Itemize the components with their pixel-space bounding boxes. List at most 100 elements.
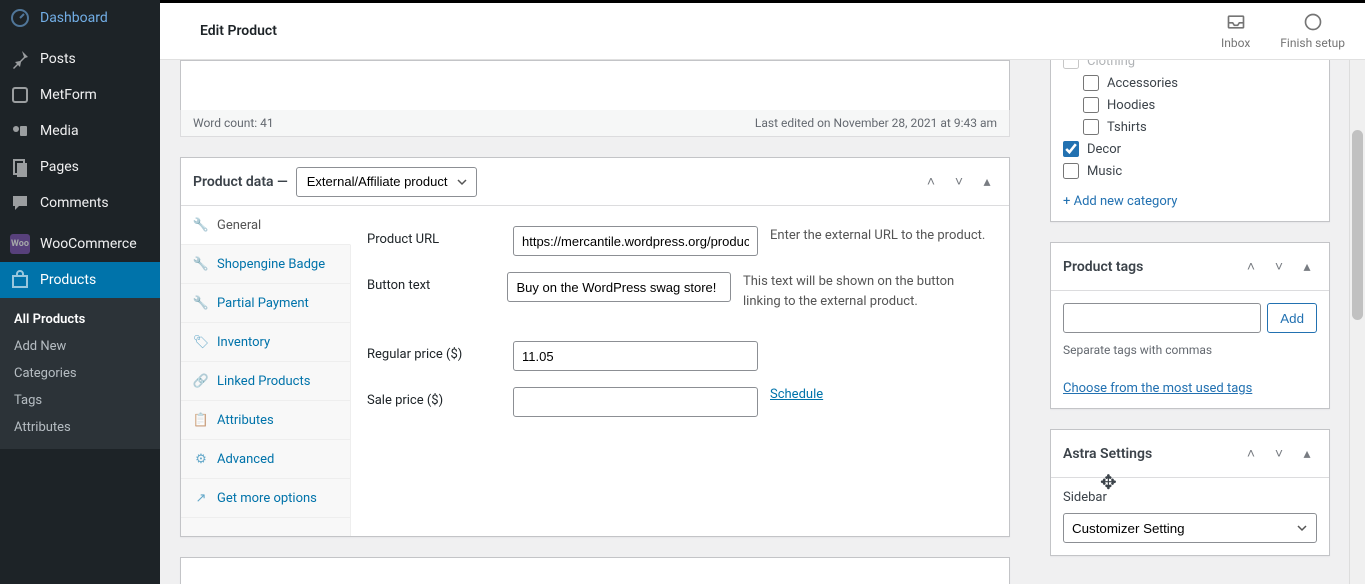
category-checkbox[interactable] — [1083, 75, 1099, 91]
short-description-box — [180, 557, 1010, 584]
category-checkbox[interactable] — [1063, 141, 1079, 157]
category-item[interactable]: Music — [1063, 160, 1317, 182]
category-label: Clothing — [1087, 60, 1135, 69]
scroll-thumb[interactable] — [1352, 130, 1363, 320]
product-url-input[interactable] — [513, 226, 758, 256]
category-label: Accessories — [1107, 76, 1178, 91]
word-count: Word count: 41 — [193, 116, 274, 130]
scrollbar[interactable] — [1349, 60, 1365, 584]
button-text-label: Button text — [367, 272, 491, 293]
link-icon: 🔗 — [193, 373, 209, 389]
toggle-panel-icon[interactable]: ▴ — [1297, 257, 1317, 277]
move-up-icon[interactable]: ˄ — [921, 172, 941, 192]
sidebar-label: Products — [40, 272, 96, 288]
sale-price-input[interactable] — [513, 387, 758, 417]
regular-price-input[interactable] — [513, 341, 758, 371]
sale-price-label: Sale price ($) — [367, 387, 497, 408]
tab-linked-products[interactable]: 🔗Linked Products — [181, 362, 350, 401]
finish-setup-button[interactable]: Finish setup — [1280, 12, 1345, 50]
add-category-link[interactable]: + Add new category — [1051, 190, 1329, 221]
category-label: Decor — [1087, 142, 1121, 157]
wrench-icon: 🔧 — [193, 256, 209, 272]
product-type-select[interactable]: External/Affiliate product — [296, 167, 477, 197]
sidebar-label: Comments — [40, 195, 109, 211]
sidebar-item-metform[interactable]: MetForm — [0, 77, 160, 113]
category-item[interactable]: Decor — [1063, 138, 1317, 160]
pages-icon — [10, 157, 30, 177]
submenu-categories[interactable]: Categories — [0, 360, 160, 387]
product-data-panel: Product URL Enter the external URL to th… — [351, 206, 1009, 536]
right-column: Clothing Accessories Hoodies Tshirts Decor Mu… — [1050, 60, 1350, 584]
inbox-label: Inbox — [1221, 36, 1250, 50]
toggle-panel-icon[interactable]: ▴ — [1297, 444, 1317, 464]
category-label: Music — [1087, 164, 1122, 179]
toggle-panel-icon[interactable]: ▴ — [977, 172, 997, 192]
metform-icon — [10, 85, 30, 105]
gear-icon: ⚙ — [193, 451, 209, 467]
tag-input[interactable] — [1063, 303, 1261, 333]
products-icon — [10, 270, 30, 290]
list-icon: 📋 — [193, 412, 209, 428]
sidebar-item-media[interactable]: Media — [0, 113, 160, 149]
sidebar-label: Pages — [40, 159, 79, 175]
sidebar-item-woocommerce[interactable]: Woo WooCommerce — [0, 226, 160, 262]
move-down-icon[interactable]: ˅ — [949, 172, 969, 192]
category-label: Hoodies — [1107, 98, 1155, 113]
category-checkbox[interactable] — [1083, 119, 1099, 135]
tab-general[interactable]: 🔧General — [181, 206, 351, 245]
woocommerce-icon: Woo — [10, 234, 30, 254]
pin-icon — [10, 49, 30, 69]
inbox-icon — [1226, 12, 1246, 32]
button-text-desc: This text will be shown on the button li… — [743, 272, 993, 311]
admin-sidebar: Dashboard Posts MetForm Media Pages Comm… — [0, 0, 160, 584]
comment-icon — [10, 193, 30, 213]
category-item[interactable]: Tshirts — [1063, 116, 1317, 138]
sidebar-item-posts[interactable]: Posts — [0, 41, 160, 77]
tab-shopengine-badge[interactable]: 🔧Shopengine Badge — [181, 245, 350, 284]
product-data-header: Product data — External/Affiliate produc… — [181, 158, 1009, 206]
sidebar-item-products[interactable]: Products — [0, 262, 160, 298]
tag-help: Separate tags with commas — [1063, 343, 1317, 357]
product-data-box: Product data — External/Affiliate produc… — [180, 157, 1010, 537]
move-up-icon[interactable]: ˄ — [1241, 444, 1261, 464]
sidebar-item-comments[interactable]: Comments — [0, 185, 160, 221]
tab-advanced[interactable]: ⚙Advanced — [181, 440, 350, 479]
tab-get-more[interactable]: ↗Get more options — [181, 479, 350, 518]
button-text-input[interactable] — [507, 272, 731, 302]
astra-sidebar-select[interactable]: Customizer Setting — [1063, 513, 1317, 543]
tab-attributes[interactable]: 📋Attributes — [181, 401, 350, 440]
sidebar-label: Posts — [40, 51, 76, 67]
product-data-tabs: 🔧General 🔧Shopengine Badge 🔧Partial Paym… — [181, 206, 351, 536]
wrench-icon: 🔧 — [193, 295, 209, 311]
tags-heading: Product tags — [1063, 259, 1143, 275]
editor-footer: Word count: 41 Last edited on November 2… — [180, 110, 1010, 137]
category-item[interactable]: Clothing — [1063, 60, 1317, 72]
category-checkbox[interactable] — [1063, 60, 1079, 69]
inbox-button[interactable]: Inbox — [1221, 12, 1250, 50]
submenu-all-products[interactable]: All Products — [0, 306, 160, 333]
schedule-link[interactable]: Schedule — [770, 387, 823, 402]
category-item[interactable]: Accessories — [1063, 72, 1317, 94]
category-item[interactable]: Hoodies — [1063, 94, 1317, 116]
sidebar-label: WooCommerce — [40, 236, 137, 252]
add-tag-button[interactable]: Add — [1267, 303, 1317, 333]
category-checkbox[interactable] — [1083, 97, 1099, 113]
astra-sidebar-label: Sidebar — [1063, 490, 1317, 505]
astra-heading: Astra Settings — [1063, 446, 1152, 462]
regular-price-label: Regular price ($) — [367, 341, 497, 362]
category-checkbox[interactable] — [1063, 163, 1079, 179]
sidebar-item-dashboard[interactable]: Dashboard — [0, 0, 160, 36]
move-down-icon[interactable]: ˅ — [1269, 257, 1289, 277]
submenu-attributes[interactable]: Attributes — [0, 414, 160, 441]
tab-partial-payment[interactable]: 🔧Partial Payment — [181, 284, 350, 323]
sidebar-item-pages[interactable]: Pages — [0, 149, 160, 185]
tab-inventory[interactable]: 🏷Inventory — [181, 323, 350, 362]
media-icon — [10, 121, 30, 141]
submenu-add-new[interactable]: Add New — [0, 333, 160, 360]
tag-icon: 🏷 — [193, 334, 209, 350]
move-up-icon[interactable]: ˄ — [1241, 257, 1261, 277]
submenu-tags[interactable]: Tags — [0, 387, 160, 414]
choose-tags-link[interactable]: Choose from the most used tags — [1063, 381, 1317, 396]
editor-body-visible — [180, 60, 1010, 110]
move-down-icon[interactable]: ˅ — [1269, 444, 1289, 464]
